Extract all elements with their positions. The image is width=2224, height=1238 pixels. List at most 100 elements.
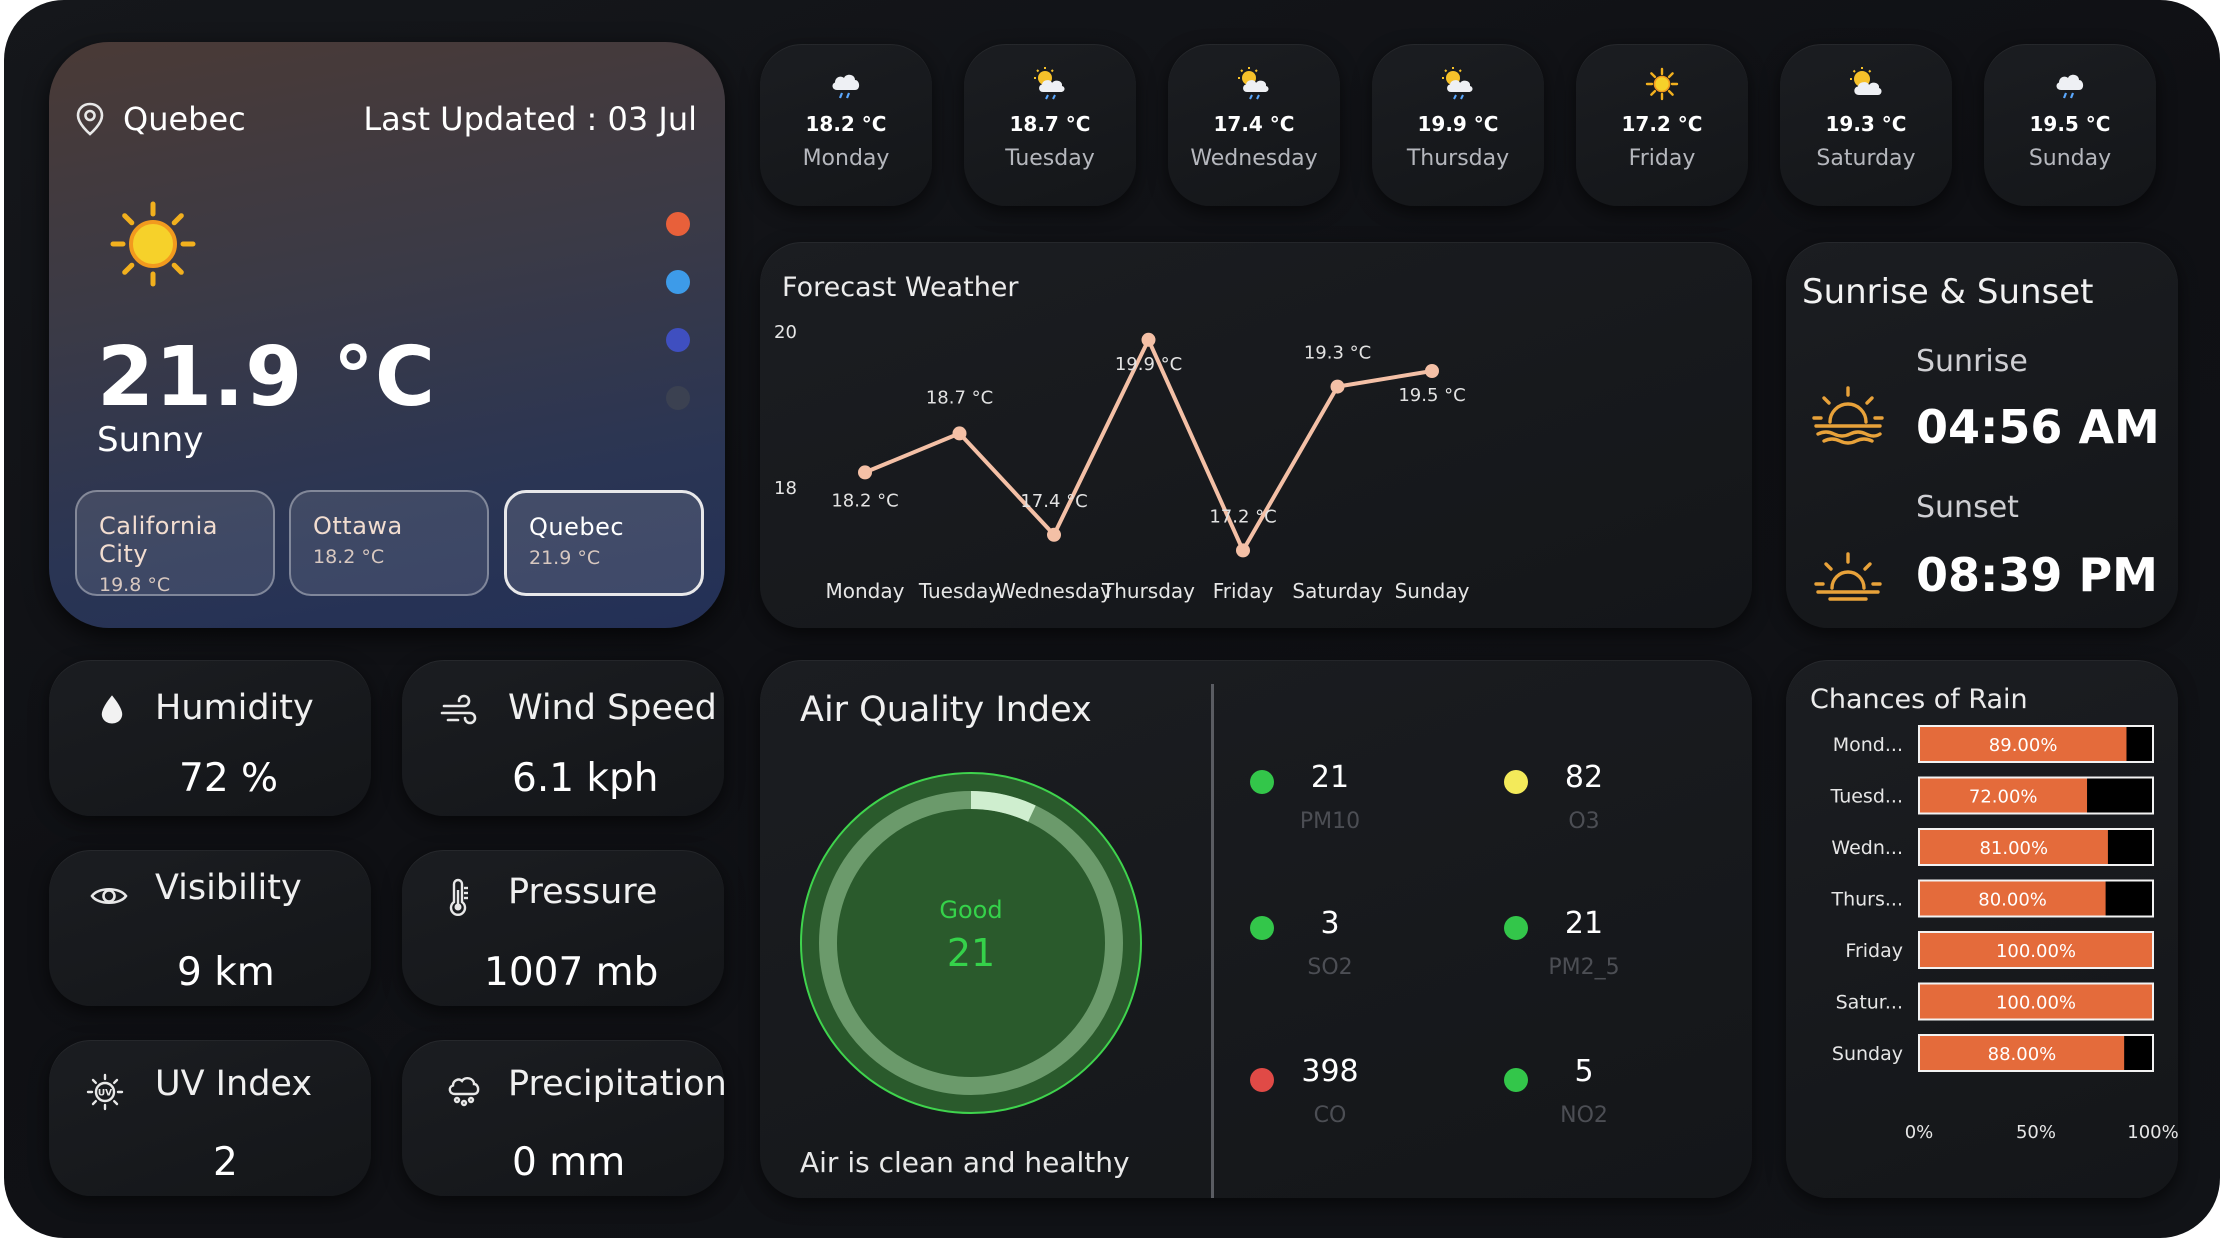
pollutant-value: 5 [1574,1054,1594,1089]
day-temp: 19.3 °C [1825,112,1907,136]
city-temp: 19.8 °C [99,574,171,596]
day-temp: 19.9 °C [1417,112,1499,136]
pollutant-so2: 3 SO2 [1250,906,1410,980]
uv-icon: UV [86,1073,124,1111]
drop-icon [101,695,123,724]
pollutant-value: 3 [1320,906,1340,941]
forecast-line-chart: 20 18 18.2 °C Monday 18.7 °C Tuesday 17.4 °C We… [774,322,1470,603]
day-card-thursday[interactable]: 19.9 °C Thursday [1372,44,1544,206]
cloud-rain-icon [448,1076,480,1107]
forecast-point[interactable] [1047,527,1061,542]
divider [1211,684,1214,1198]
carousel-dot[interactable] [666,386,690,410]
location: Quebec [75,100,246,138]
pollutant-value: 398 [1301,1054,1359,1089]
pollutant-name: PM10 [1299,809,1361,834]
data-label: 18.2 °C [831,490,898,511]
forecast-point[interactable] [1236,543,1250,558]
forecast-point[interactable] [1141,332,1156,347]
city-card-california-city[interactable]: California City 19.8 °C [75,490,275,596]
svg-text:UV: UV [98,1089,112,1099]
sunrise-sunset-title: Sunrise & Sunset [1802,272,2094,312]
y-tick-label: Thurs... [1830,889,1903,911]
current-condition: Sunny [97,420,204,460]
air-quality-card: Air Quality Index Good 21 Air is clean a… [760,660,1752,1198]
visibility-value: 9 km [177,950,275,995]
sunrise-label: Sunrise [1916,344,2028,379]
y-tick-label: Tuesd... [1829,786,1903,808]
x-tick-label: 50% [2016,1122,2056,1143]
day-card-monday[interactable]: 18.2 °C Monday [760,44,932,206]
day-temp: 17.2 °C [1621,112,1703,136]
y-tick-label: 18 [774,478,797,499]
day-name: Monday [802,146,890,171]
sun-cloud-icon [1850,67,1882,95]
day-card-tuesday[interactable]: 18.7 °C Tuesday [964,44,1136,206]
day-card-wednesday[interactable]: 17.4 °C Wednesday [1168,44,1340,206]
pressure-card: Pressure 1007 mb [402,850,724,1006]
sun-icon [110,201,196,287]
pollutant-value: 21 [1310,760,1350,795]
wind-speed-card: Wind Speed 6.1 kph [402,660,724,816]
uv-index-card: UV UV Index 2 [49,1040,371,1196]
city-card-quebec[interactable]: Quebec 21.9 °C [504,490,704,596]
pressure-value: 1007 mb [484,950,659,995]
sunset-icon [1814,552,1882,601]
humidity-value: 72 % [179,756,279,801]
humidity-card: Humidity 72 % [49,660,371,816]
forecast-point[interactable] [1425,364,1439,378]
sunrise-icon [1812,386,1884,445]
eye-icon [90,887,128,905]
x-tick-label: Monday [826,579,905,603]
pollutant-o3: 82 O3 [1504,760,1664,834]
y-tick-label: 20 [774,322,797,343]
city-temp: 21.9 °C [529,547,601,569]
pressure-label: Pressure [508,872,658,912]
sunrise-sunset-card: Sunrise & Sunset Sunrise 04:56 AM Sunset [1786,242,2178,628]
forecast-point[interactable] [1330,379,1345,394]
cloud-rain-icon [832,74,860,99]
city-name: California City [99,512,218,568]
pollutant-name: O3 [1568,809,1600,834]
aqi-gauge: Good 21 [800,772,1142,1114]
data-label: 100.00% [1996,993,2076,1014]
current-temperature: 21.9 °C [97,330,437,425]
sunset-time: 08:39 PM [1916,548,2158,602]
day-card-sunday[interactable]: 19.5 °C Sunday [1984,44,2156,206]
sunrise-time: 04:56 AM [1916,400,2160,454]
carousel-dot[interactable] [666,328,690,352]
visibility-label: Visibility [155,868,302,908]
day-card-friday[interactable]: 17.2 °C Friday [1576,44,1748,206]
precipitation-value: 0 mm [512,1140,626,1185]
sun-cloud-rain-icon [1238,67,1269,100]
day-temp: 18.7 °C [1009,112,1091,136]
day-temp: 19.5 °C [2029,112,2111,136]
precipitation-label: Precipitation [508,1064,727,1104]
pollutant-name: PM2_5 [1548,955,1620,980]
y-tick-label: Friday [1845,940,1903,962]
day-name: Sunday [2028,146,2112,171]
day-card-saturday[interactable]: 19.3 °C Saturday [1780,44,1952,206]
data-label: 81.00% [1979,838,2048,859]
x-tick-label: Thursday [1101,579,1195,603]
x-tick-label: Sunday [1395,579,1470,603]
thermometer-icon [449,878,468,916]
carousel-dot[interactable] [666,212,690,236]
y-tick-label: Mond... [1833,734,1903,756]
wind-speed-value: 6.1 kph [512,756,659,801]
chances-of-rain-card: Chances of Rain Mond... 89.00% Tuesd... 72.… [1786,660,2178,1198]
forecast-point[interactable] [952,426,967,441]
data-label: 72.00% [1969,787,2038,808]
city-card-ottawa[interactable]: Ottawa 18.2 °C [289,490,489,596]
x-tick-label: Friday [1213,579,1274,603]
x-tick-label: Wednesday [996,579,1112,603]
day-name: Tuesday [1005,146,1095,171]
x-tick-label: 0% [1905,1122,1934,1143]
city-name: Ottawa [313,512,403,540]
forecast-point[interactable] [858,465,872,480]
carousel-dot[interactable] [666,270,690,294]
day-temp: 18.2 °C [805,112,887,136]
status-dot [1504,916,1528,940]
humidity-label: Humidity [155,688,314,728]
rain-bar-chart: Mond... 89.00% Tuesd... 72.00% Wedn... 81.00%… [1829,725,2178,1143]
